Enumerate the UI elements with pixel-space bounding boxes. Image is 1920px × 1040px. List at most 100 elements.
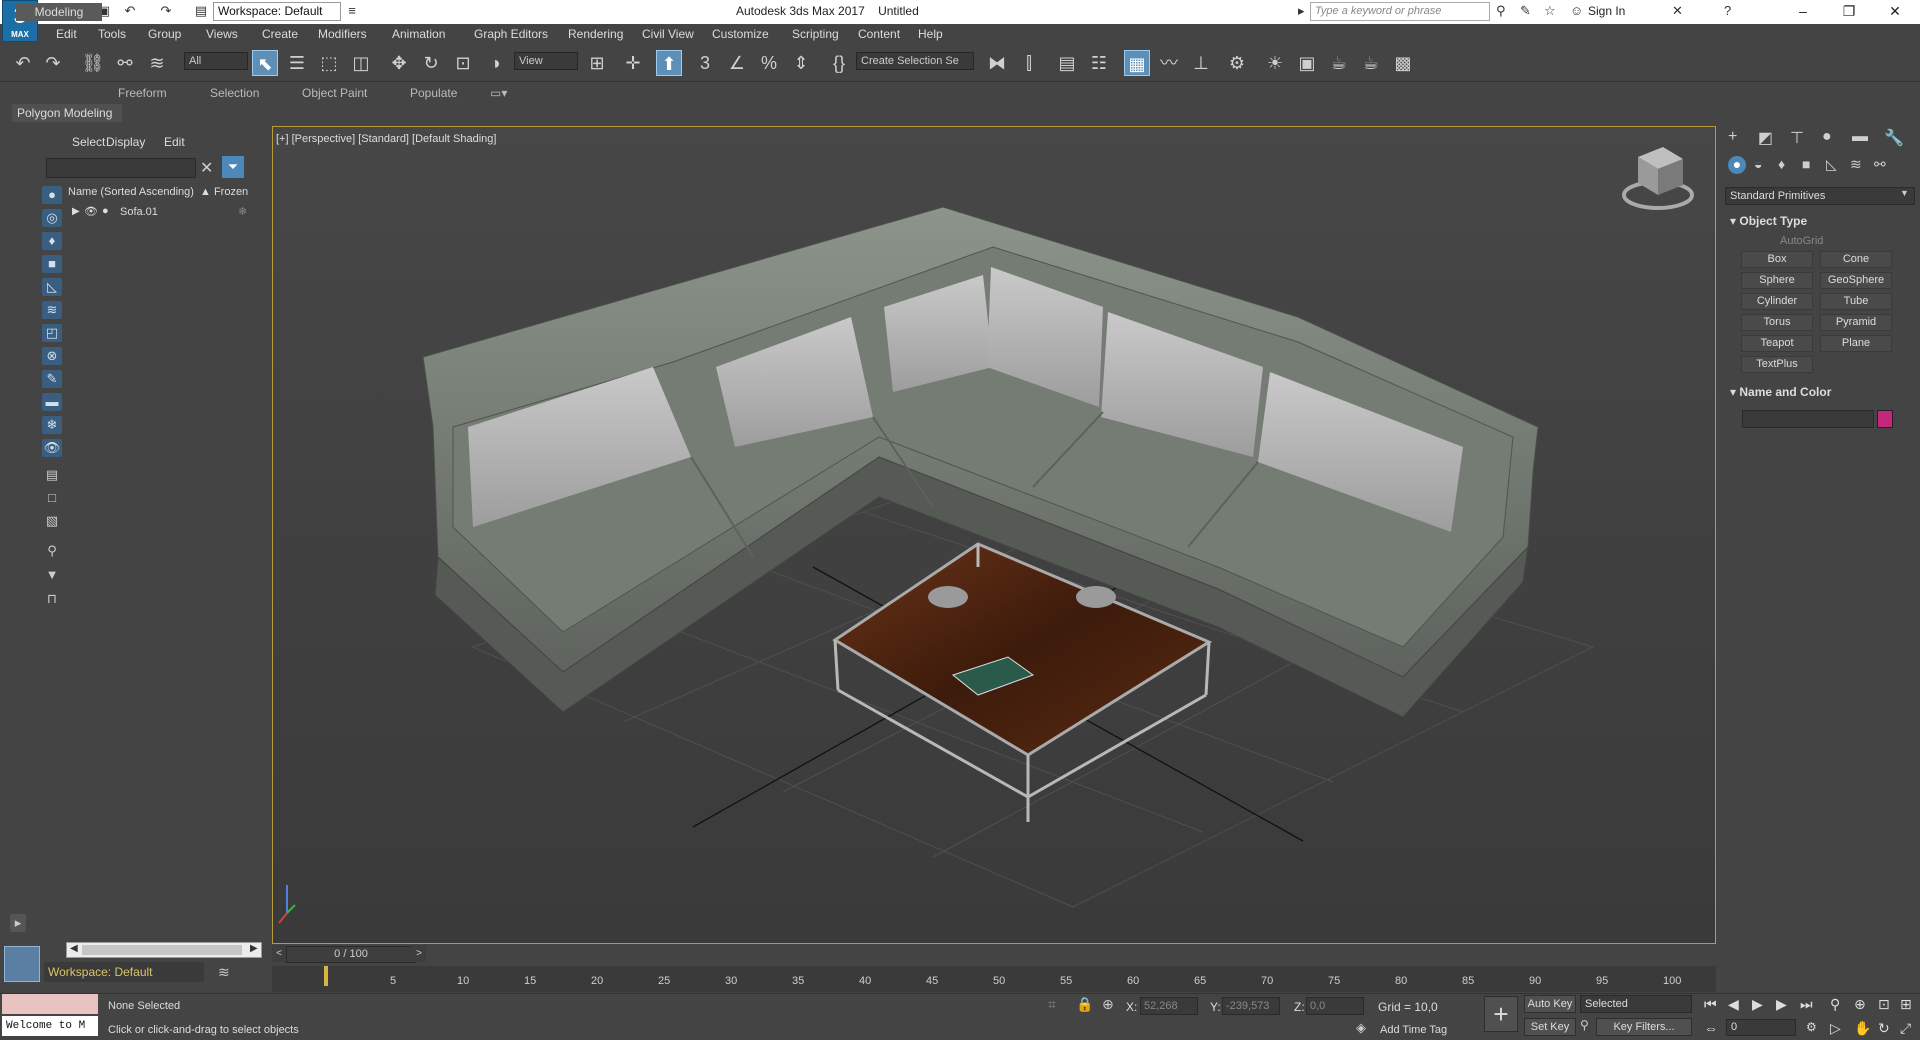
display-cameras-icon[interactable]: ■ (42, 255, 62, 273)
zoom-extents-all-icon[interactable]: ⊞ (1900, 996, 1912, 1013)
keyboard-shortcut-override-icon[interactable]: ⬆ (656, 50, 682, 76)
render-dot-icon[interactable]: ● (102, 205, 109, 217)
curve-editor-icon[interactable]: 〰 (1156, 50, 1182, 76)
material-editor-icon[interactable]: ⚙ (1224, 50, 1250, 76)
ribbon-tab-modeling[interactable]: Modeling (16, 3, 102, 21)
render-production-icon[interactable]: ☕ (1326, 50, 1352, 76)
menu-animation[interactable]: Animation (392, 27, 445, 41)
select-object-icon[interactable]: ⬉ (252, 50, 278, 76)
display-xrefs-icon[interactable]: ⊗ (42, 347, 62, 365)
menu-create[interactable]: Create (262, 27, 298, 41)
time-tag-icon[interactable]: ◈ (1356, 1020, 1366, 1036)
zoom-extents-icon[interactable]: ⊡ (1878, 996, 1890, 1013)
select-by-name-icon[interactable]: ☰ (284, 50, 310, 76)
set-key-button[interactable]: Set Key (1524, 1018, 1576, 1036)
edit-named-selection-icon[interactable]: {} (826, 50, 852, 76)
systems-category-icon[interactable]: ⚯ (1874, 156, 1886, 173)
object-name-field[interactable] (1742, 410, 1874, 428)
menu-graph-editors[interactable]: Graph Editors (474, 27, 548, 41)
ribbon-tab-selection[interactable]: Selection (210, 86, 259, 100)
snaps-toggle-icon[interactable]: 3 (692, 50, 718, 76)
maximize-button[interactable]: ❐ (1826, 0, 1872, 24)
next-frame-icon[interactable]: ▶ (1776, 996, 1787, 1013)
help-search-input[interactable]: Type a keyword or phrase (1310, 2, 1490, 21)
selection-lock-icon[interactable]: 🔒 (1076, 996, 1093, 1013)
layer-explorer-icon[interactable]: ▤ (1054, 50, 1080, 76)
maxscript-output[interactable]: Welcome to M (2, 1016, 98, 1036)
spinner-snap-icon[interactable]: ⇕ (788, 50, 814, 76)
set-key-big-icon[interactable]: + (1484, 996, 1518, 1032)
select-and-scale-icon[interactable]: ⊡ (450, 50, 476, 76)
key-mode-toggle-icon[interactable]: ⇔ (1704, 1020, 1718, 1036)
maxscript-listener-input[interactable] (2, 994, 98, 1014)
pivot-point-center-icon[interactable]: ⊞ (584, 50, 610, 76)
layers-icon[interactable]: ≋ (218, 964, 230, 981)
y-coord-field[interactable]: -239,573 (1222, 997, 1280, 1015)
display-containers-icon[interactable]: ▬ (42, 393, 62, 411)
play-icon[interactable]: ▶ (1752, 996, 1763, 1013)
utilities-panel-icon[interactable]: 🔧 (1884, 128, 1904, 148)
sign-in-link[interactable]: Sign In (1588, 4, 1625, 18)
clear-search-icon[interactable]: ✕ (200, 158, 213, 178)
percent-snap-icon[interactable]: % (756, 50, 782, 76)
scroll-left-icon[interactable]: ◀ (70, 943, 78, 954)
zoom-all-icon[interactable]: ⊕ (1854, 996, 1866, 1013)
link-icon[interactable]: ⛓ (80, 50, 106, 76)
schematic-view-icon[interactable]: ⊥ (1188, 50, 1214, 76)
scene-explorer-tab-edit[interactable]: Edit (164, 135, 185, 149)
menu-civil-view[interactable]: Civil View (642, 27, 694, 41)
polygon-modeling-panel-label[interactable]: Polygon Modeling (12, 104, 122, 122)
shapes-category-icon[interactable]: ◒ (1754, 156, 1762, 172)
workspace-dropdown[interactable]: Workspace: Default (213, 2, 341, 21)
viewcube-icon[interactable] (1622, 147, 1694, 210)
display-invert-icon[interactable]: ▧ (42, 512, 62, 530)
funnel-icon[interactable]: ▼ (42, 566, 62, 584)
current-frame-marker[interactable] (324, 966, 328, 986)
select-and-move-icon[interactable]: ✥ (386, 50, 412, 76)
minimize-button[interactable]: – (1780, 0, 1826, 24)
cone-button[interactable]: Cone (1820, 251, 1892, 268)
tube-button[interactable]: Tube (1820, 293, 1892, 310)
display-space-warps-icon[interactable]: ≋ (42, 301, 62, 319)
auto-key-button[interactable]: Auto Key (1524, 995, 1576, 1013)
display-panel-icon[interactable]: ▬ (1852, 128, 1868, 146)
scrollbar-thumb[interactable] (82, 945, 242, 955)
key-filter-icon[interactable]: ⚲ (1580, 1018, 1589, 1032)
filter-options-icon[interactable]: ⚲ (42, 542, 62, 560)
favorites-star-icon[interactable]: ☆ (1544, 3, 1556, 19)
box-button[interactable]: Box (1741, 251, 1813, 268)
reference-coordinate-dropdown[interactable]: View (514, 52, 578, 70)
ribbon-tab-populate[interactable]: Populate (410, 86, 457, 100)
unlink-icon[interactable]: ⚯ (112, 50, 138, 76)
maximize-viewport-icon[interactable]: ⤢ (1900, 1020, 1911, 1037)
time-slider-prev-icon[interactable]: < (272, 945, 286, 962)
menu-edit[interactable]: Edit (56, 27, 77, 41)
name-and-color-rollout-title[interactable]: ▾ Name and Color (1730, 385, 1831, 399)
menu-help[interactable]: Help (918, 27, 943, 41)
key-filters-button[interactable]: Key Filters... (1596, 1018, 1692, 1036)
key-mode-dropdown[interactable]: Selected (1580, 995, 1692, 1013)
menu-rendering[interactable]: Rendering (568, 27, 623, 41)
display-lights-icon[interactable]: ♦ (42, 232, 62, 250)
time-slider[interactable]: 0 / 100 (286, 946, 416, 963)
add-time-tag-button[interactable]: Add Time Tag (1380, 1024, 1447, 1036)
absolute-mode-icon[interactable]: ⊕ (1102, 996, 1114, 1013)
scene-explorer-icon[interactable]: ▦ (1124, 50, 1150, 76)
display-none-icon[interactable]: □ (42, 489, 62, 507)
object-type-rollout-title[interactable]: ▾ Object Type (1730, 214, 1807, 228)
plane-button[interactable]: Plane (1820, 335, 1892, 352)
viewport-label-menu[interactable]: [+] [Perspective] [Standard] [Default Sh… (276, 133, 496, 145)
scene-explorer-workspace-dropdown[interactable]: Workspace: Default (44, 962, 204, 982)
x-coord-field[interactable]: 52,268 (1140, 997, 1198, 1015)
perspective-viewport[interactable] (272, 126, 1716, 944)
column-frozen[interactable]: ▲ Frozen (200, 186, 248, 198)
time-slider-next-icon[interactable]: > (412, 945, 426, 962)
select-and-rotate-icon[interactable]: ↻ (418, 50, 444, 76)
column-name-sorted[interactable]: Name (Sorted Ascending) (68, 186, 194, 198)
space-warps-category-icon[interactable]: ≋ (1850, 156, 1862, 173)
rectangular-selection-icon[interactable]: ⬚ (316, 50, 342, 76)
cameras-category-icon[interactable]: ■ (1802, 156, 1810, 172)
window-crossing-icon[interactable]: ◫ (348, 50, 374, 76)
scene-explorer-search-input[interactable] (46, 158, 196, 178)
modify-panel-icon[interactable]: ◩ (1758, 128, 1773, 148)
